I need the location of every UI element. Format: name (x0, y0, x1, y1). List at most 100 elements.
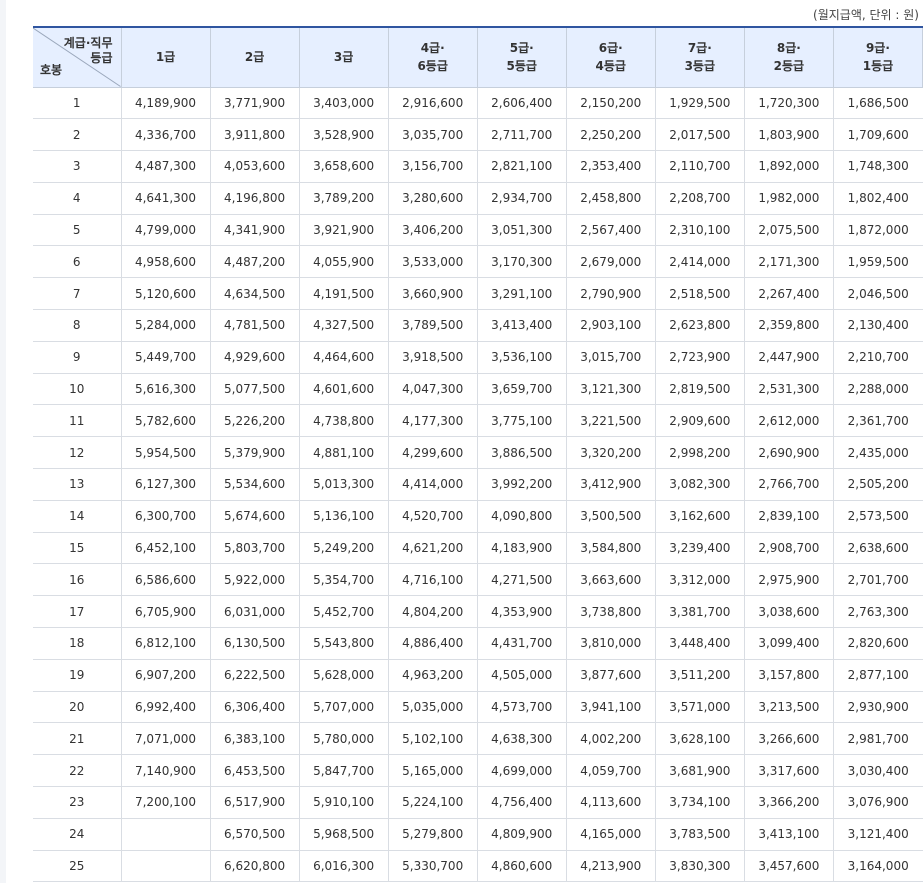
salary-cell: 2,359,800 (744, 309, 834, 342)
salary-cell: 6,620,800 (210, 850, 300, 883)
column-header-line1: 8급· (776, 41, 801, 56)
column-header-line1: 3급 (333, 50, 354, 65)
salary-cell: 5,224,100 (388, 786, 478, 819)
step-cell: 5 (33, 214, 122, 247)
salary-cell: 2,711,700 (477, 118, 567, 152)
column-header: 3급 (298, 26, 389, 88)
salary-cell: 2,310,100 (655, 214, 745, 247)
step-cell: 11 (33, 404, 122, 438)
salary-cell: 6,907,200 (121, 659, 211, 692)
salary-cell: 2,361,700 (833, 404, 923, 438)
corner-top-line2: 등급 (90, 51, 113, 65)
salary-cell: 2,046,500 (833, 277, 923, 311)
salary-cell: 6,452,100 (121, 532, 211, 565)
salary-cell: 3,280,600 (388, 182, 478, 215)
salary-cell: 2,839,100 (744, 500, 834, 533)
column-header-line2: 6등급 (417, 59, 448, 74)
salary-cell: 3,121,400 (833, 818, 923, 851)
salary-cell: 2,573,500 (833, 500, 923, 533)
column-header-line1: 5급· (509, 41, 534, 56)
salary-cell: 5,922,000 (210, 563, 300, 597)
salary-cell: 2,975,900 (744, 563, 834, 597)
salary-cell: 2,567,400 (566, 214, 656, 247)
salary-cell: 2,821,100 (477, 150, 567, 183)
salary-cell: 2,934,700 (477, 182, 567, 215)
step-cell: 17 (33, 595, 122, 629)
salary-cell: 1,872,000 (833, 214, 923, 247)
salary-cell: 2,435,000 (833, 436, 923, 470)
salary-cell: 3,918,500 (388, 341, 478, 374)
salary-cell: 2,819,500 (655, 373, 745, 406)
salary-cell: 4,641,300 (121, 182, 211, 215)
salary-table: 계급·직무 등급 호봉 1급 2급 3급 4급· 6등급 5급· 5등급 6급· 4등급 7급· 3… (33, 26, 923, 883)
salary-cell: 2,150,200 (566, 87, 656, 120)
salary-cell: 3,536,100 (477, 341, 567, 374)
salary-cell: 2,723,900 (655, 341, 745, 374)
table-row: 6 4,958,600 4,487,200 4,055,900 3,533,000 3,1… (33, 245, 923, 279)
salary-cell: 2,414,000 (655, 245, 745, 279)
salary-cell: 5,077,500 (210, 373, 300, 406)
salary-cell: 3,789,500 (388, 309, 478, 342)
salary-cell: 2,208,700 (655, 182, 745, 215)
salary-cell: 2,075,500 (744, 214, 834, 247)
salary-cell: 2,130,400 (833, 309, 923, 342)
salary-cell: 4,716,100 (388, 563, 478, 597)
salary-cell: 3,921,900 (299, 214, 389, 247)
column-header-line2: 4등급 (595, 59, 626, 74)
step-cell: 19 (33, 659, 122, 692)
salary-cell: 3,320,200 (566, 436, 656, 470)
corner-top-label: 계급·직무 등급 (64, 36, 113, 66)
step-cell: 4 (33, 182, 122, 215)
salary-cell: 4,183,900 (477, 532, 567, 565)
salary-cell: 4,177,300 (388, 404, 478, 438)
salary-cell: 3,170,300 (477, 245, 567, 279)
salary-cell: 2,171,300 (744, 245, 834, 279)
unit-note: (월지급액, 단위 : 원) (813, 8, 919, 22)
salary-cell: 7,200,100 (121, 786, 211, 819)
salary-cell: 4,799,000 (121, 214, 211, 247)
salary-cell: 1,802,400 (833, 182, 923, 215)
salary-cell: 5,847,700 (299, 754, 389, 788)
salary-cell: 2,612,000 (744, 404, 834, 438)
column-header-line1: 4급· (420, 41, 445, 56)
salary-cell: 4,860,600 (477, 850, 567, 883)
salary-cell: 5,013,300 (299, 468, 389, 501)
table-row: 4 4,641,300 4,196,800 3,789,200 3,280,600 2,9… (33, 182, 923, 215)
table-row: 25 6,620,800 6,016,300 5,330,700 4,860,600 4,… (33, 850, 923, 883)
salary-cell: 6,517,900 (210, 786, 300, 819)
salary-cell: 4,804,200 (388, 595, 478, 629)
salary-cell: 5,379,900 (210, 436, 300, 470)
table-row: 3 4,487,300 4,053,600 3,658,600 3,156,700 2,8… (33, 150, 923, 183)
salary-cell: 4,414,000 (388, 468, 478, 501)
salary-cell: 4,189,900 (121, 87, 211, 120)
table-row: 21 7,071,000 6,383,100 5,780,000 5,102,100 4,… (33, 722, 923, 756)
salary-cell: 3,886,500 (477, 436, 567, 470)
salary-cell: 2,766,700 (744, 468, 834, 501)
salary-cell: 3,406,200 (388, 214, 478, 247)
salary-cell: 4,738,800 (299, 404, 389, 438)
salary-cell: 2,210,700 (833, 341, 923, 374)
salary-cell: 5,674,600 (210, 500, 300, 533)
salary-cell: 3,317,600 (744, 754, 834, 788)
salary-cell: 3,266,600 (744, 722, 834, 756)
salary-cell: 5,249,200 (299, 532, 389, 565)
table-row: 11 5,782,600 5,226,200 4,738,800 4,177,300 3,… (33, 404, 923, 438)
step-cell: 7 (33, 277, 122, 311)
step-cell: 14 (33, 500, 122, 533)
salary-cell: 3,681,900 (655, 754, 745, 788)
step-cell: 18 (33, 627, 122, 660)
salary-cell: 6,031,000 (210, 595, 300, 629)
salary-cell: 4,699,000 (477, 754, 567, 788)
salary-cell: 3,789,200 (299, 182, 389, 215)
column-header-line2: 3등급 (684, 59, 716, 74)
salary-cell: 5,780,000 (299, 722, 389, 756)
table-row: 19 6,907,200 6,222,500 5,628,000 4,963,200 4,… (33, 659, 923, 692)
column-header-line2: 1등급 (862, 59, 894, 74)
salary-cell: 5,279,800 (388, 818, 478, 851)
salary-cell: 3,157,800 (744, 659, 834, 692)
salary-cell: 4,756,400 (477, 786, 567, 819)
salary-cell: 2,531,300 (744, 373, 834, 406)
salary-cell: 4,165,000 (566, 818, 656, 851)
step-cell: 23 (33, 786, 122, 819)
salary-cell: 4,621,200 (388, 532, 478, 565)
